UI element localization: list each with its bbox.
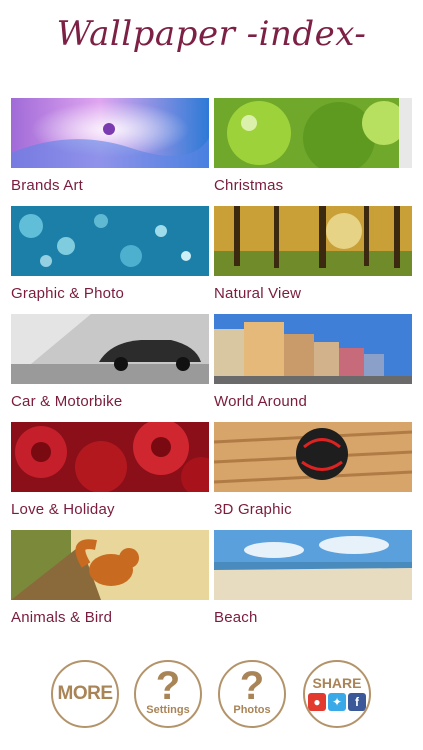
category-grid: Brands Art Christmas Graphic & Photo Nat… [0,0,423,640]
category-car-motorbike[interactable]: Car & Motorbike [11,314,209,410]
more-button[interactable]: MORE [51,660,119,728]
photos-button[interactable]: ? Photos [218,660,286,728]
category-3d-graphic[interactable]: 3D Graphic [214,422,412,518]
category-graphic-photo[interactable]: Graphic & Photo [11,206,209,302]
category-label: Beach [214,609,258,626]
3d-graphic-thumbnail[interactable] [214,422,412,492]
category-label: Christmas [214,177,284,194]
bottom-button-bar: MORE ? Settings ? Photos SHARE ● ✦ f [0,660,423,732]
category-brands-art[interactable]: Brands Art [11,98,209,194]
category-love-holiday[interactable]: Love & Holiday [11,422,209,518]
category-world-around[interactable]: World Around [214,314,412,410]
category-label: 3D Graphic [214,501,292,518]
category-label: Animals & Bird [11,609,113,626]
car-motorbike-thumbnail[interactable] [11,314,209,384]
more-label: MORE [57,683,114,704]
brands-art-thumbnail[interactable] [11,98,209,168]
category-label: Love & Holiday [11,501,115,518]
question-mark-icon: ? [239,664,265,708]
weibo-icon: ● [308,693,326,711]
world-around-thumbnail[interactable] [214,314,412,384]
share-button[interactable]: SHARE ● ✦ f [303,660,371,728]
share-label: SHARE [312,675,362,691]
settings-button[interactable]: ? Settings [134,660,202,728]
settings-label: Settings [146,704,190,716]
category-natural-view[interactable]: Natural View [214,206,412,302]
category-label: Graphic & Photo [11,285,125,302]
category-label: World Around [214,393,308,410]
graphic-photo-thumbnail[interactable] [11,206,209,276]
category-label: Brands Art [11,177,84,194]
photos-label: Photos [233,704,271,716]
twitter-icon: ✦ [328,693,346,711]
facebook-icon: f [348,693,366,711]
christmas-thumbnail[interactable] [214,98,412,168]
category-label: Car & Motorbike [11,393,123,410]
natural-view-thumbnail[interactable] [214,206,412,276]
love-holiday-thumbnail[interactable] [11,422,209,492]
beach-thumbnail[interactable] [214,530,412,600]
category-beach[interactable]: Beach [214,530,412,626]
social-icons: ● ✦ f [305,693,369,711]
category-label: Natural View [214,285,302,302]
category-christmas[interactable]: Christmas [214,98,412,194]
animals-bird-thumbnail[interactable] [11,530,209,600]
question-mark-icon: ? [155,664,181,708]
category-animals-bird[interactable]: Animals & Bird [11,530,209,626]
